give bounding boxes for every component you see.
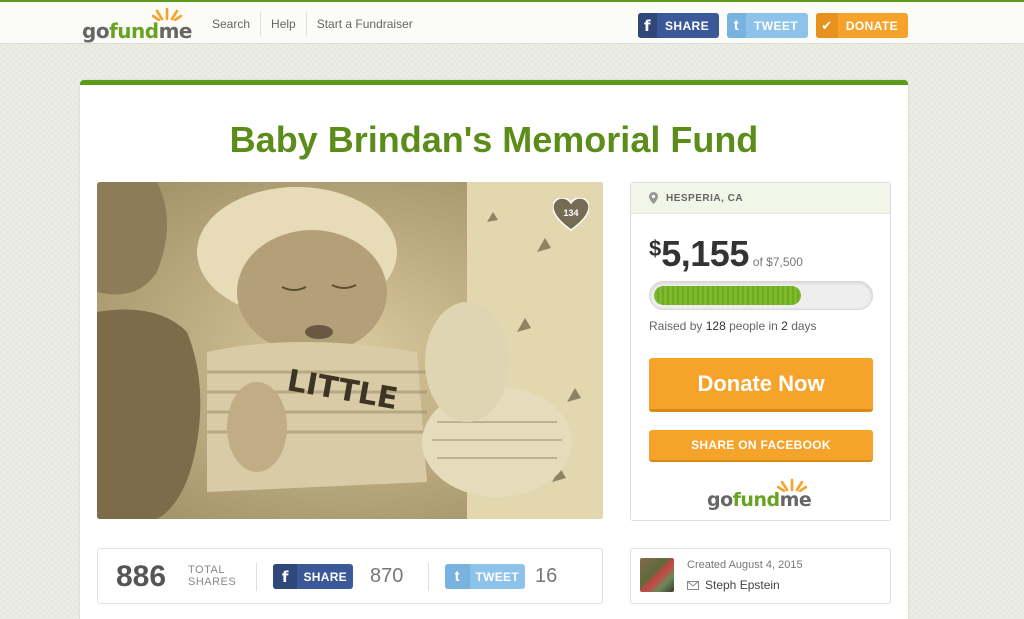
raised-amount: 5,155 — [661, 233, 749, 274]
top-navigation-bar: gofundme Search Help Start a Fundraiser … — [0, 0, 1024, 44]
gofundme-logo[interactable]: gofundme — [82, 7, 192, 43]
avatar[interactable] — [640, 558, 674, 592]
header-share-label: SHARE — [664, 18, 709, 33]
header-tweet-label: TWEET — [754, 18, 798, 33]
divider — [428, 563, 429, 591]
nav-start-fundraiser-link[interactable]: Start a Fundraiser — [305, 12, 423, 36]
campaign-card: Baby Brindan's Memorial Fund LITTLE 134 … — [80, 80, 908, 619]
tweet-count: 16 — [535, 565, 558, 587]
header-facebook-share-button[interactable]: f SHARE — [638, 13, 719, 38]
raised-by-mid: people in — [729, 319, 778, 333]
header-donate-label: DONATE — [845, 18, 898, 33]
raised-by-suffix: days — [791, 319, 817, 333]
checkmark-icon: ✔ — [816, 13, 838, 38]
twitter-icon: t — [727, 13, 746, 38]
facebook-icon: f — [638, 13, 657, 38]
days-count: 2 — [781, 319, 788, 333]
raised-by-prefix: Raised by — [649, 319, 703, 333]
twitter-icon: t — [445, 564, 470, 589]
facebook-share-label: SHARE — [303, 569, 347, 584]
organizer-name[interactable]: Steph Epstein — [687, 578, 780, 592]
donor-count: 128 — [705, 319, 726, 333]
facebook-icon: f — [273, 564, 298, 589]
shares-bar: 886 TOTAL SHARES f SHARE 870 t TWEET 16 — [97, 548, 603, 604]
total-label-line2: SHARES — [188, 576, 237, 588]
location-text: HESPERIA, CA — [666, 192, 744, 204]
header-donate-button[interactable]: ✔ DONATE — [816, 13, 908, 38]
share-on-facebook-button[interactable]: SHARE ON FACEBOOK — [649, 430, 873, 462]
nav-search-link[interactable]: Search — [202, 12, 260, 36]
divider — [256, 563, 257, 591]
donate-now-button[interactable]: Donate Now — [649, 358, 873, 412]
main-nav: Search Help Start a Fundraiser — [202, 12, 423, 36]
organizer-box: Created August 4, 2015 Steph Epstein — [630, 548, 891, 604]
campaign-photo[interactable]: LITTLE 134 — [97, 182, 603, 519]
location-bar: HESPERIA, CA — [631, 183, 890, 214]
created-date: Created August 4, 2015 — [687, 559, 803, 571]
raised-by-text: Raised by 128 people in 2 days — [649, 319, 817, 333]
total-shares-label: TOTAL SHARES — [188, 564, 236, 588]
facebook-share-count: 870 — [370, 565, 404, 587]
goal-amount: of $7,500 — [752, 255, 803, 269]
tweet-button[interactable]: t TWEET — [445, 564, 525, 589]
total-shares-count: 886 — [116, 560, 167, 593]
organizer-name-text: Steph Epstein — [705, 578, 780, 592]
baby-photo-image: LITTLE — [97, 182, 603, 519]
progress-fill — [654, 286, 802, 305]
envelope-icon[interactable] — [687, 580, 699, 590]
currency-symbol: $ — [649, 236, 662, 261]
panel-logo-wordmark: gofundme — [707, 489, 812, 511]
campaign-title: Baby Brindan's Memorial Fund — [229, 119, 759, 160]
heart-count: 134 — [563, 208, 579, 218]
map-pin-icon — [649, 192, 658, 204]
progress-bar — [649, 281, 873, 310]
facebook-share-button[interactable]: f SHARE — [273, 564, 353, 589]
panel-gofundme-logo: gofundme — [707, 478, 817, 511]
tweet-label: TWEET — [475, 569, 519, 584]
amount-raised: $ 5,155 of $7,500 — [649, 233, 803, 275]
header-tweet-button[interactable]: t TWEET — [727, 13, 808, 38]
logo-wordmark: gofundme — [82, 19, 192, 43]
nav-help-link[interactable]: Help — [260, 12, 306, 36]
total-label-line1: TOTAL — [188, 564, 225, 576]
donation-panel: HESPERIA, CA $ 5,155 of $7,500 Raised by… — [630, 182, 891, 521]
